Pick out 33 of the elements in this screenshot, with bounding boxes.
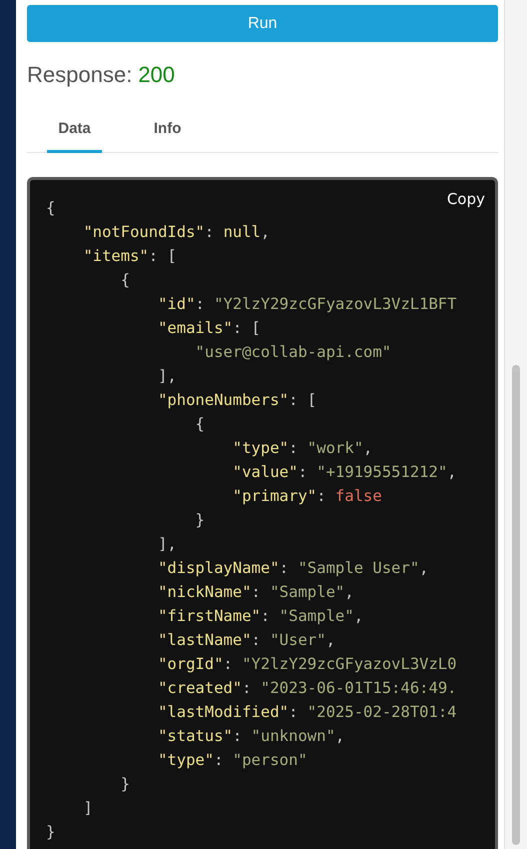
code-line: "status": "unknown", <box>156 726 345 747</box>
code-line: "lastName": "User", <box>156 630 336 651</box>
code-line: "nickName": "Sample", <box>156 582 354 603</box>
code-line: "created": "2023-06-01T15:46:49. <box>156 678 457 699</box>
code-line: { <box>46 198 56 219</box>
code-line: "phoneNumbers": [ <box>156 390 317 411</box>
code-line: "type": "work", <box>232 438 373 459</box>
code-line: "emails": [ <box>156 318 261 339</box>
code-line: "notFoundIds": null, <box>82 222 270 243</box>
scrollbar[interactable] <box>504 0 527 849</box>
tab[interactable]: Info <box>140 108 195 153</box>
code-line: "firstName": "Sample", <box>156 606 364 627</box>
code-line: "displayName": "Sample User", <box>156 558 429 579</box>
code-line: } <box>194 510 205 531</box>
code-line: "type": "person" <box>156 750 308 771</box>
response-label: Response: <box>27 62 132 88</box>
code-line: ] <box>82 798 93 819</box>
code-line: "user@collab-api.com" <box>194 342 392 363</box>
tab[interactable]: Data <box>47 108 102 153</box>
code-line: "value": "+19195551212", <box>232 462 457 483</box>
code-line: "primary": false <box>232 486 382 507</box>
copy-button[interactable]: Copy <box>444 188 487 210</box>
code-line: { <box>120 270 130 291</box>
code-line: ], <box>156 366 177 387</box>
code-line: } <box>46 822 56 843</box>
code-line: "id": "Y2lzY29zcGFyazovL3VzL1BFT <box>156 294 457 315</box>
code-line: { <box>194 414 205 435</box>
code-line: "lastModified": "2025-02-28T01:4 <box>156 702 457 723</box>
code-line: "items": [ <box>82 246 177 267</box>
code-line: ], <box>156 534 177 555</box>
code-line: "orgId": "Y2lzY29zcGFyazovL3VzL0 <box>156 654 457 675</box>
code-line: } <box>120 774 130 795</box>
response-status: 200 <box>138 62 175 88</box>
